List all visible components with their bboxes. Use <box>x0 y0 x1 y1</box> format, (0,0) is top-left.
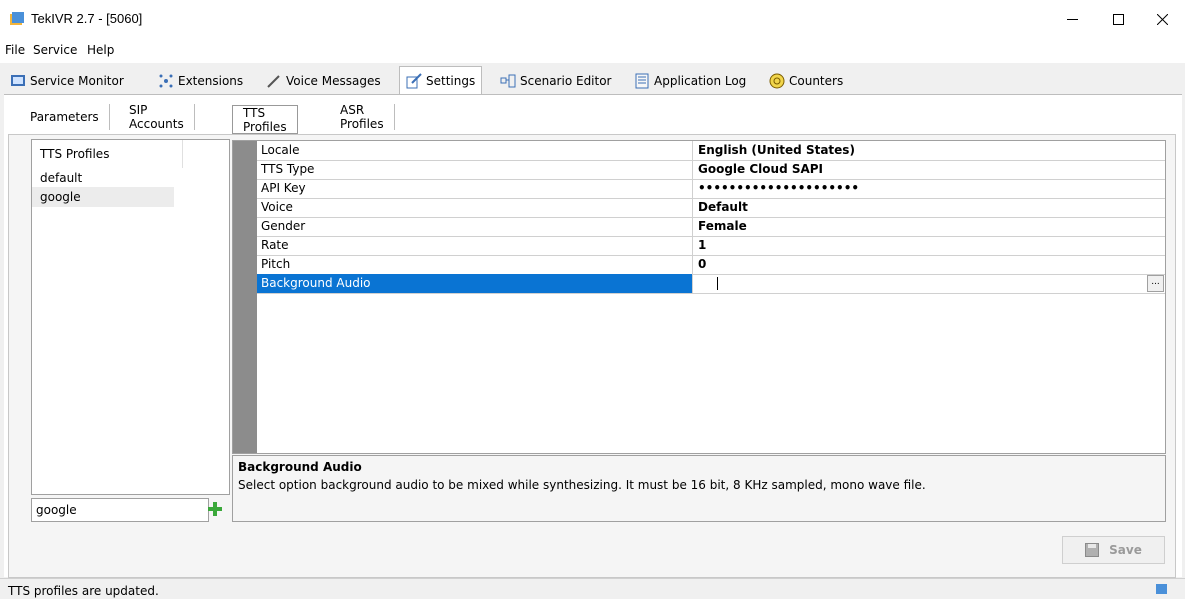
property-value[interactable]: ••••••••••••••••••••• <box>693 179 1168 198</box>
property-row-background-audio[interactable]: Background Audio ... <box>257 274 1165 294</box>
extensions-icon <box>159 74 173 88</box>
property-value[interactable]: 1 <box>693 236 1168 255</box>
text-caret <box>717 277 718 290</box>
property-value[interactable]: Google Cloud SAPI <box>693 160 1168 179</box>
grid-margin <box>233 141 257 453</box>
tray-app-icon <box>1156 584 1167 594</box>
tab-label: Scenario Editor <box>520 74 612 88</box>
settings-edit-icon <box>406 73 422 89</box>
tab-service-monitor[interactable]: Service Monitor <box>10 70 124 92</box>
maximize-button[interactable] <box>1095 0 1141 38</box>
maximize-icon <box>1112 13 1124 25</box>
minimize-button[interactable] <box>1049 0 1095 38</box>
pen-icon <box>267 75 280 88</box>
tab-label: Voice Messages <box>286 74 381 88</box>
property-description: Background Audio Select option backgroun… <box>232 455 1166 522</box>
property-name: Locale <box>257 141 693 160</box>
close-icon <box>1156 13 1168 25</box>
app-icon <box>10 12 24 25</box>
close-button[interactable] <box>1139 0 1185 38</box>
status-bar: TTS profiles are updated. <box>0 578 1185 599</box>
counters-icon <box>769 73 785 89</box>
tts-list-header: TTS Profiles <box>32 140 183 168</box>
property-grid: Locale English (United States) TTS Type … <box>232 140 1166 454</box>
tab-label: Extensions <box>178 74 244 88</box>
subtab-tts-profiles[interactable]: TTS Profiles <box>232 105 298 134</box>
menu-file[interactable]: File <box>5 43 25 57</box>
tab-label: Counters <box>789 74 844 88</box>
profile-name-input[interactable]: google <box>31 498 209 522</box>
tab-label: Settings <box>426 74 476 88</box>
tab-label: Service Monitor <box>30 74 124 88</box>
property-value[interactable]: 0 <box>693 255 1168 274</box>
tab-settings[interactable]: Settings <box>399 66 483 95</box>
subtab-parameters[interactable]: Parameters <box>20 104 110 130</box>
main-tab-bar: Service Monitor Extensions Voice Message… <box>0 63 1185 95</box>
description-text: Select option background audio to be mix… <box>238 478 926 492</box>
subtab-sip-accounts[interactable]: SIP Accounts <box>119 103 195 131</box>
tts-profiles-list[interactable]: TTS Profiles default google <box>31 139 230 495</box>
property-name: Gender <box>257 217 693 236</box>
property-row-gender[interactable]: Gender Female <box>257 217 1165 237</box>
property-row-api-key[interactable]: API Key ••••••••••••••••••••• <box>257 179 1165 199</box>
property-name: Voice <box>257 198 693 217</box>
tab-scenario-editor[interactable]: Scenario Editor <box>500 70 612 92</box>
property-value[interactable]: Default <box>693 198 1168 217</box>
browse-button[interactable]: ... <box>1147 275 1164 292</box>
menu-service[interactable]: Service <box>33 43 77 57</box>
property-row-tts-type[interactable]: TTS Type Google Cloud SAPI <box>257 160 1165 180</box>
property-name: Background Audio <box>257 274 693 293</box>
description-title: Background Audio <box>238 460 362 474</box>
add-profile-button[interactable] <box>207 501 223 517</box>
property-row-pitch[interactable]: Pitch 0 <box>257 255 1165 275</box>
subtab-asr-profiles[interactable]: ASR Profiles <box>330 103 395 131</box>
save-button[interactable]: Save <box>1062 536 1165 564</box>
window-title: TekIVR 2.7 - [5060] <box>31 11 143 26</box>
tts-item-google[interactable]: google <box>32 187 174 207</box>
monitor-icon <box>11 75 25 86</box>
property-row-locale[interactable]: Locale English (United States) <box>257 141 1165 161</box>
property-row-rate[interactable]: Rate 1 <box>257 236 1165 256</box>
tab-application-log[interactable]: Application Log <box>634 70 746 92</box>
property-value[interactable]: English (United States) <box>693 141 1168 160</box>
log-icon <box>635 73 649 89</box>
property-name: TTS Type <box>257 160 693 179</box>
property-row-voice[interactable]: Voice Default <box>257 198 1165 218</box>
tts-item-default[interactable]: default <box>32 168 174 188</box>
property-name: Rate <box>257 236 693 255</box>
scenario-icon <box>500 74 516 88</box>
save-label: Save <box>1109 543 1142 557</box>
tab-counters[interactable]: Counters <box>769 70 843 92</box>
background-audio-input[interactable] <box>693 274 1158 293</box>
status-text: TTS profiles are updated. <box>8 584 159 598</box>
save-icon <box>1085 543 1100 557</box>
tab-voice-messages[interactable]: Voice Messages <box>266 70 381 92</box>
title-bar: TekIVR 2.7 - [5060] <box>0 0 1185 38</box>
property-name: Pitch <box>257 255 693 274</box>
property-value[interactable]: Female <box>693 217 1168 236</box>
menu-bar: File Service Help <box>0 38 1185 63</box>
property-name: API Key <box>257 179 693 198</box>
menu-help[interactable]: Help <box>87 43 114 57</box>
tab-extensions[interactable]: Extensions <box>158 70 243 92</box>
tab-label: Application Log <box>654 74 747 88</box>
minimize-icon <box>1066 18 1078 20</box>
